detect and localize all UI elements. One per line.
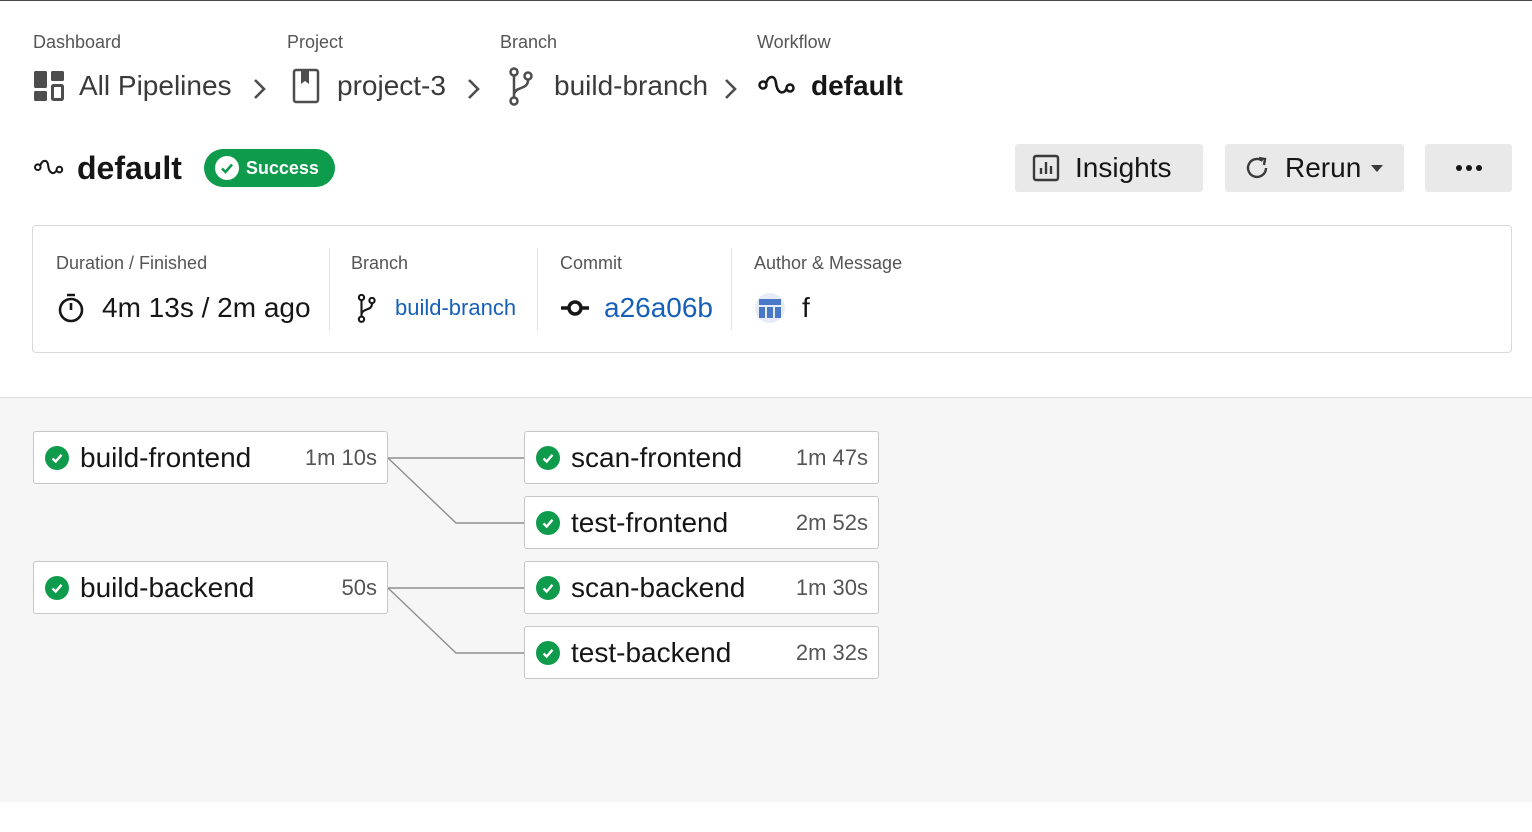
pipeline-summary-card: Duration / Finished 4m 13s / 2m ago Bran… — [32, 225, 1512, 353]
job-test-backend[interactable]: test-backend 2m 32s — [524, 626, 879, 679]
job-duration: 2m 32s — [795, 639, 868, 665]
check-circle-icon — [536, 575, 560, 600]
check-circle-icon — [214, 156, 239, 180]
workflow-graph: build-frontend 1m 10s scan-frontend 1m 4… — [0, 397, 1532, 802]
job-name: scan-backend — [571, 571, 746, 603]
page-title: default — [77, 149, 182, 186]
stopwatch-icon — [58, 293, 84, 323]
rerun-button[interactable]: Rerun — [1225, 144, 1404, 192]
job-scan-frontend[interactable]: scan-frontend 1m 47s — [524, 431, 879, 484]
status-badge: Success — [203, 149, 335, 187]
chart-icon — [1032, 154, 1060, 182]
job-name: build-frontend — [80, 441, 252, 473]
check-circle-icon — [45, 445, 69, 470]
summary-duration-value: 4m 13s / 2m ago — [102, 292, 311, 323]
branch-icon — [509, 67, 533, 106]
refresh-icon — [1246, 156, 1268, 179]
page-header: default Success — [33, 144, 335, 192]
summary-branch-label: Branch — [351, 253, 409, 273]
check-circle-icon — [536, 640, 560, 665]
caret-down-icon — [1371, 165, 1384, 172]
job-name: test-backend — [571, 636, 732, 668]
job-name: build-backend — [80, 571, 255, 603]
status-badge-label: Success — [245, 157, 319, 178]
window-top-border — [0, 0, 1532, 1]
breadcrumb-project-label: Project — [287, 32, 344, 52]
breadcrumb-workflow[interactable]: Workflow default — [757, 30, 903, 106]
avatar[interactable] — [754, 292, 786, 324]
check-circle-icon — [536, 510, 560, 535]
breadcrumb-project-link[interactable]: project-3 — [337, 70, 446, 102]
check-circle-icon — [45, 575, 69, 600]
dashboard-icon — [34, 71, 64, 101]
job-build-frontend[interactable]: build-frontend 1m 10s — [33, 431, 388, 484]
chevron-right-icon — [725, 79, 737, 99]
divider — [329, 248, 330, 330]
divider — [537, 248, 538, 330]
summary-commit-message: f — [802, 292, 810, 323]
summary-commit-label: Commit — [560, 253, 622, 273]
breadcrumb-branch-label: Branch — [500, 32, 558, 52]
rerun-button-label: Rerun — [1285, 152, 1362, 183]
job-name: test-frontend — [571, 506, 729, 538]
commit-icon — [561, 300, 589, 316]
insights-button[interactable]: Insights — [1015, 144, 1203, 192]
job-test-frontend[interactable]: test-frontend 2m 52s — [524, 496, 879, 549]
more-options-button[interactable] — [1425, 144, 1512, 192]
chevron-right-icon — [468, 79, 480, 99]
job-duration: 1m 47s — [795, 444, 868, 470]
job-duration: 1m 10s — [304, 444, 377, 470]
breadcrumb-branch-link[interactable]: build-branch — [554, 70, 708, 102]
workflow-icon — [758, 75, 795, 94]
breadcrumb-branch[interactable]: Branch build-branch — [500, 30, 708, 106]
job-build-backend[interactable]: build-backend 50s — [33, 561, 388, 614]
chevron-right-icon — [254, 79, 266, 99]
divider — [731, 248, 732, 330]
summary-duration-label: Duration / Finished — [56, 253, 208, 273]
summary-branch-link[interactable]: build-branch — [395, 295, 516, 321]
breadcrumb-dashboard-label: Dashboard — [33, 32, 122, 52]
branch-icon — [357, 293, 376, 323]
more-horizontal-icon — [1455, 165, 1482, 171]
breadcrumb-project[interactable]: Project project-3 — [287, 30, 446, 106]
breadcrumb-dashboard-link[interactable]: All Pipelines — [79, 70, 232, 102]
check-circle-icon — [536, 445, 560, 470]
summary-commit-link[interactable]: a26a06b — [604, 292, 713, 324]
job-duration: 1m 30s — [795, 574, 868, 600]
job-scan-backend[interactable]: scan-backend 1m 30s — [524, 561, 879, 614]
breadcrumb-workflow-label: Workflow — [757, 32, 831, 52]
summary-author-label: Author & Message — [754, 253, 903, 273]
workflow-icon — [34, 159, 64, 175]
breadcrumb-workflow-current: default — [811, 70, 903, 101]
insights-button-label: Insights — [1075, 152, 1172, 183]
job-duration: 50s — [341, 574, 377, 600]
job-duration: 2m 52s — [795, 509, 868, 535]
project-icon — [292, 68, 320, 104]
breadcrumb-dashboard[interactable]: Dashboard All Pipelines — [33, 30, 232, 106]
job-name: scan-frontend — [571, 441, 743, 473]
